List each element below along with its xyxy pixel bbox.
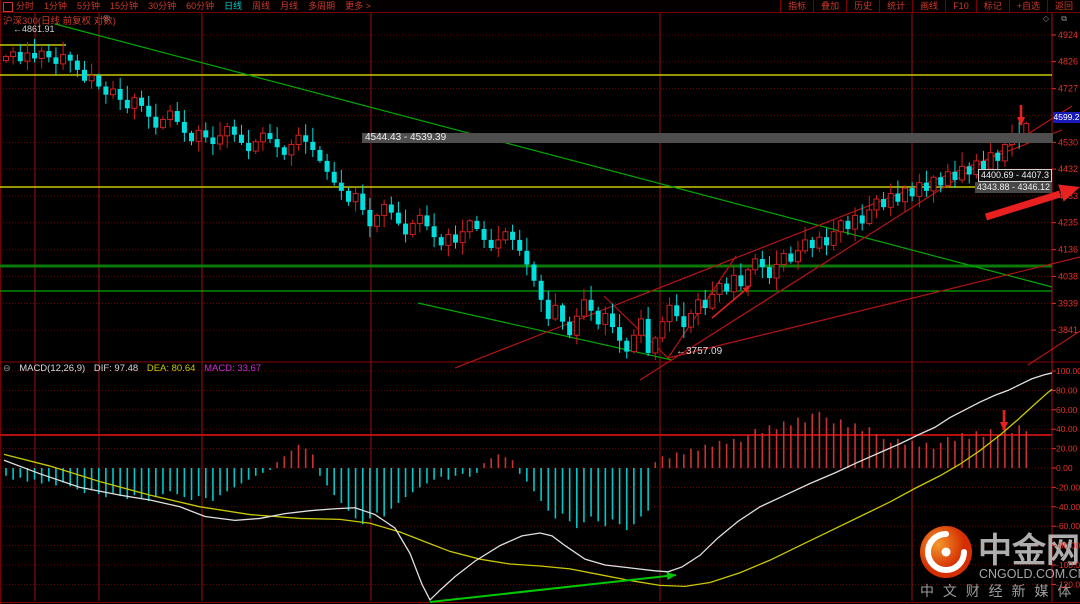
low-price-label: ←3757.09 (676, 346, 723, 357)
drawing-layer (0, 23, 1080, 381)
svg-text:4826: 4826 (1058, 57, 1078, 67)
candles-layer (3, 38, 1030, 360)
svg-text:-120.00: -120.00 (1056, 579, 1080, 589)
svg-text:4432: 4432 (1058, 164, 1078, 174)
svg-text:4924: 4924 (1058, 30, 1078, 40)
svg-text:4235: 4235 (1058, 218, 1078, 228)
svg-text:3841: 3841 (1058, 325, 1078, 335)
svg-text:-40.00: -40.00 (1056, 502, 1080, 512)
price-zone-label: 4544.43 - 4539.39 (365, 132, 447, 143)
price-zone-box-2: 4343.88 - 4346.12 (974, 182, 1052, 193)
svg-text:-80.00: -80.00 (1056, 541, 1080, 551)
svg-text:4727: 4727 (1058, 84, 1078, 94)
price-zone-band (362, 133, 1053, 143)
macd-macd-value: MACD: 33.67 (204, 363, 262, 374)
svg-text:4038: 4038 (1058, 271, 1078, 281)
svg-text:-20.00: -20.00 (1056, 482, 1080, 492)
collapse-icon[interactable]: ⊖ (3, 363, 11, 373)
current-price-tag: 4599.2 (1053, 112, 1080, 123)
macd-dif-value: DIF: 97.48 (93, 363, 139, 374)
svg-text:80.00: 80.00 (1056, 385, 1078, 395)
macd-name: MACD(12,26,9) (19, 363, 86, 374)
svg-text:-60.00: -60.00 (1056, 521, 1080, 531)
svg-text:0.00: 0.00 (1056, 463, 1073, 473)
macd-layer (0, 372, 1053, 601)
high-price-label: ←4861.91 (13, 24, 55, 34)
trading-app-window: { "toolbar": { "left_items": ["分时","1分钟"… (0, 0, 1080, 604)
svg-text:4136: 4136 (1058, 245, 1078, 255)
svg-text:100.00: 100.00 (1056, 366, 1080, 376)
svg-text:-100.00: -100.00 (1056, 560, 1080, 570)
svg-text:中 文 财 经 新 媒 体: 中 文 财 经 新 媒 体 (920, 583, 1074, 599)
svg-text:60.00: 60.00 (1056, 405, 1078, 415)
svg-text:4530: 4530 (1058, 137, 1078, 147)
svg-text:40.00: 40.00 (1056, 424, 1078, 434)
macd-dea-value: DEA: 80.64 (146, 363, 196, 374)
grid-layer (0, 0, 1080, 604)
svg-text:20.00: 20.00 (1056, 444, 1078, 454)
svg-text:3939: 3939 (1058, 298, 1078, 308)
price-zone-box-1: 4400.69 - 4407.3 (977, 169, 1052, 182)
svg-text:4333: 4333 (1058, 191, 1078, 201)
chart-canvas: 中金网CNGOLD.COM.CN中 文 财 经 新 媒 体49244826472… (0, 0, 1080, 604)
macd-header: ⊖ MACD(12,26,9) DIF: 97.48 DEA: 80.64 MA… (3, 363, 267, 374)
